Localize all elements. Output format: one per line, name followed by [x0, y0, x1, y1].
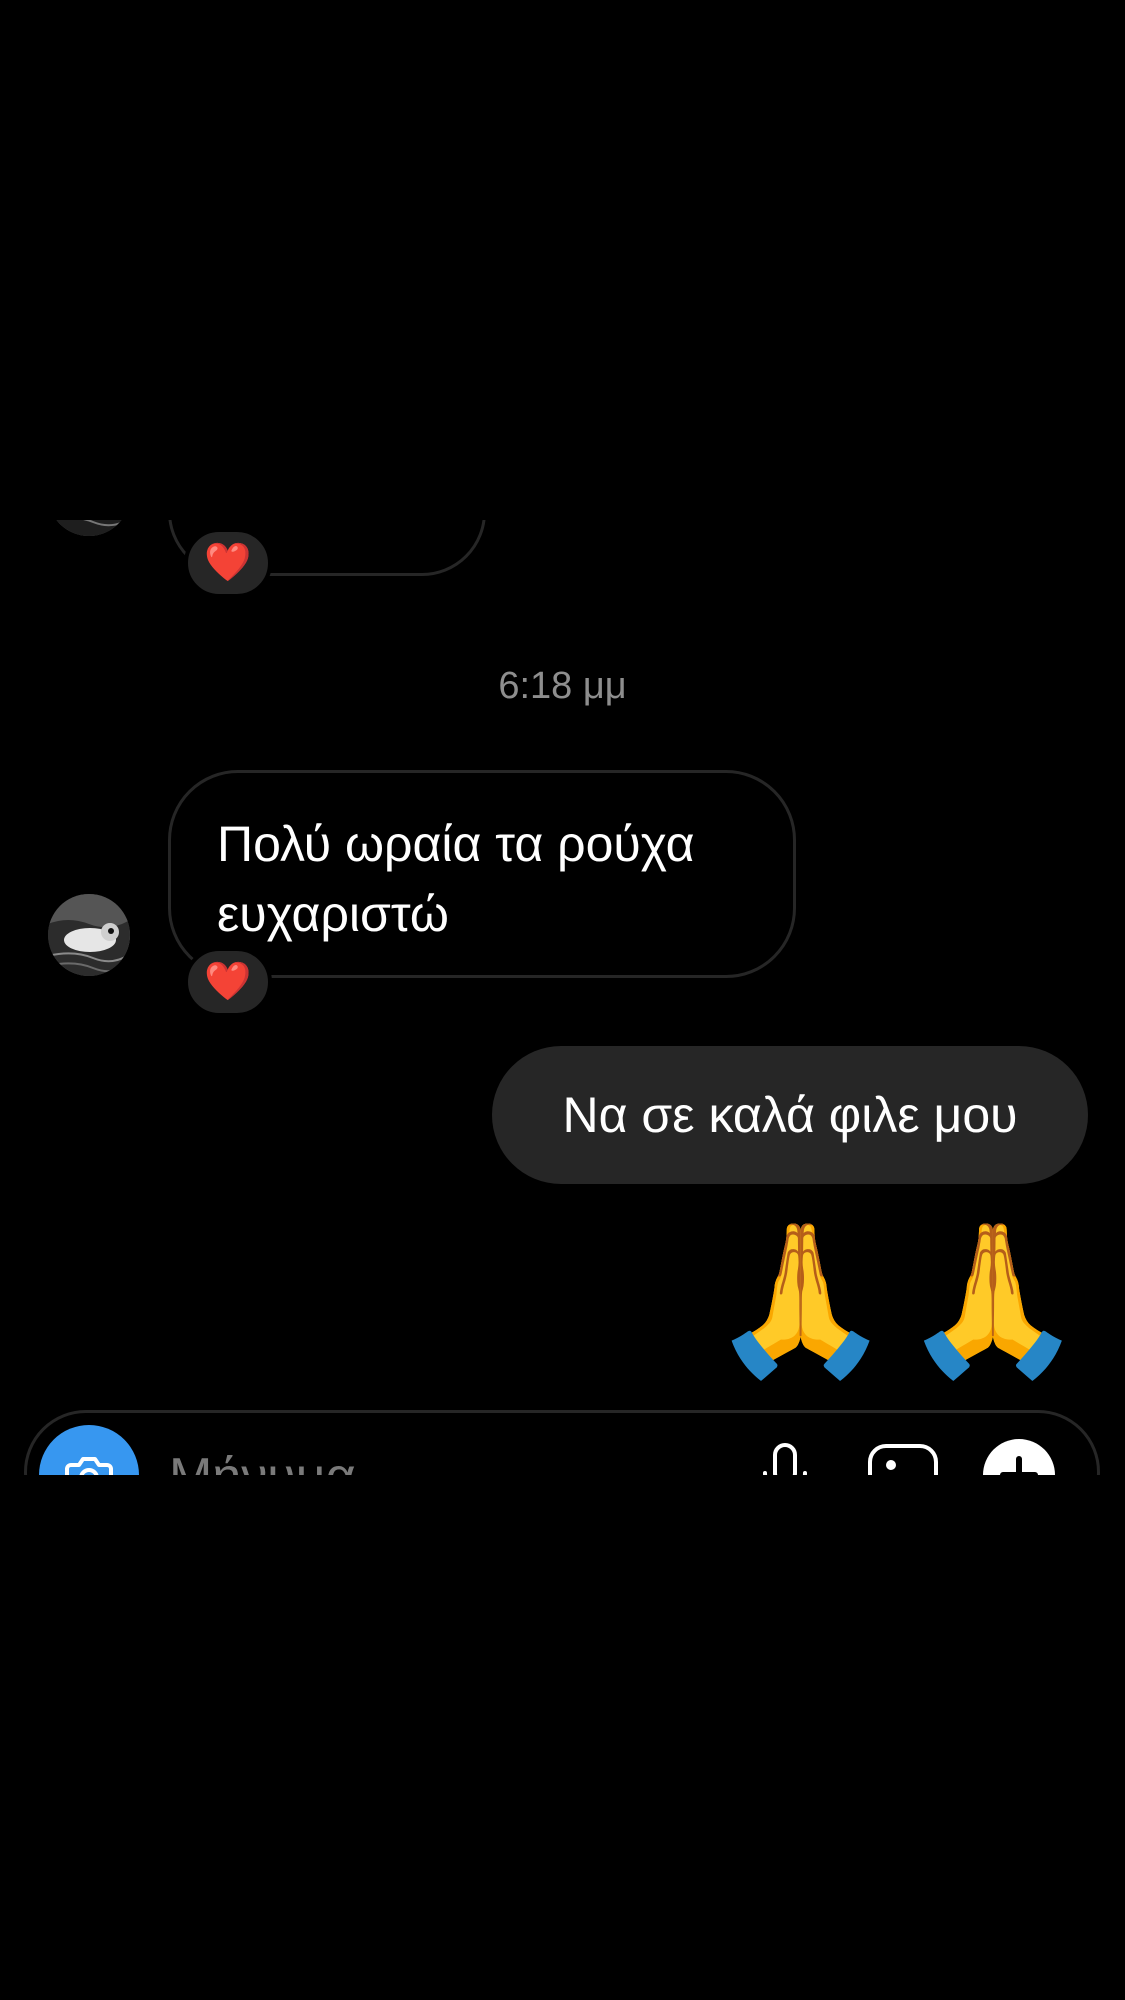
- microphone-icon: [763, 1443, 807, 1475]
- heart-reaction-icon: ❤️: [204, 961, 252, 1003]
- sender-avatar[interactable]: [48, 894, 130, 976]
- sticker-plus-icon: [983, 1439, 1055, 1475]
- message-timestamp: 6:18 μμ: [498, 665, 627, 707]
- camera-icon: [65, 1457, 113, 1475]
- sticker-button[interactable]: [981, 1437, 1057, 1475]
- chat-thread[interactable]: ❤️ 6:18 μμ Πολύ ωραία τα ρούχα ευχαριστώ…: [0, 520, 1125, 1475]
- gallery-icon: [868, 1444, 938, 1475]
- sender-avatar[interactable]: [48, 520, 130, 536]
- screen: ❤️ 6:18 μμ Πολύ ωραία τα ρούχα ευχαριστώ…: [0, 0, 1125, 2000]
- gallery-button[interactable]: [865, 1441, 941, 1475]
- avatar-photo: [48, 520, 130, 536]
- voice-message-button[interactable]: [755, 1441, 815, 1475]
- incoming-message-line-2: ευχαριστώ: [217, 886, 449, 942]
- previous-message-reaction[interactable]: ❤️: [184, 528, 272, 598]
- incoming-message-bubble[interactable]: Πολύ ωραία τα ρούχα ευχαριστώ: [168, 770, 796, 978]
- incoming-message-line-1: Πολύ ωραία τα ρούχα: [217, 816, 695, 872]
- heart-reaction-icon: ❤️: [204, 542, 252, 584]
- folded-hands-emoji: 🙏: [708, 1217, 893, 1382]
- message-composer: [24, 1410, 1100, 1475]
- folded-hands-emoji: 🙏: [900, 1217, 1085, 1382]
- emoji-message[interactable]: 🙏 🙏: [708, 1220, 1085, 1380]
- camera-button[interactable]: [39, 1425, 139, 1475]
- outgoing-message-bubble[interactable]: Να σε καλά φιλε μου: [492, 1046, 1088, 1184]
- incoming-message-reaction[interactable]: ❤️: [184, 947, 272, 1017]
- avatar-photo: [48, 894, 130, 976]
- outgoing-message-text: Να σε καλά φιλε μου: [562, 1087, 1018, 1143]
- message-input[interactable]: [167, 1441, 551, 1475]
